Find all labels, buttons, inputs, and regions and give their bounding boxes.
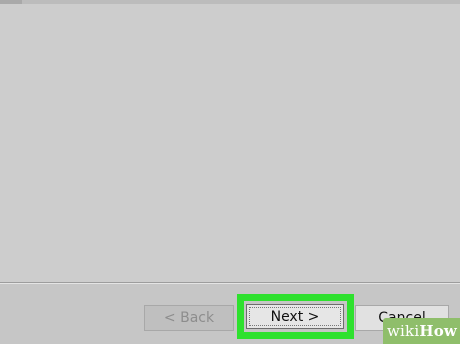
wikihow-watermark: wiki How — [383, 318, 460, 344]
back-button[interactable]: < Back — [144, 305, 234, 331]
watermark-suffix: How — [419, 322, 458, 340]
wizard-content-pane: i — [0, 4, 460, 282]
back-button-label: < Back — [163, 310, 215, 326]
next-button[interactable]: Next > — [246, 304, 344, 329]
next-button-label: Next > — [270, 308, 320, 325]
watermark-prefix: wiki — [387, 322, 420, 340]
partial-heading-text: i — [0, 210, 3, 270]
